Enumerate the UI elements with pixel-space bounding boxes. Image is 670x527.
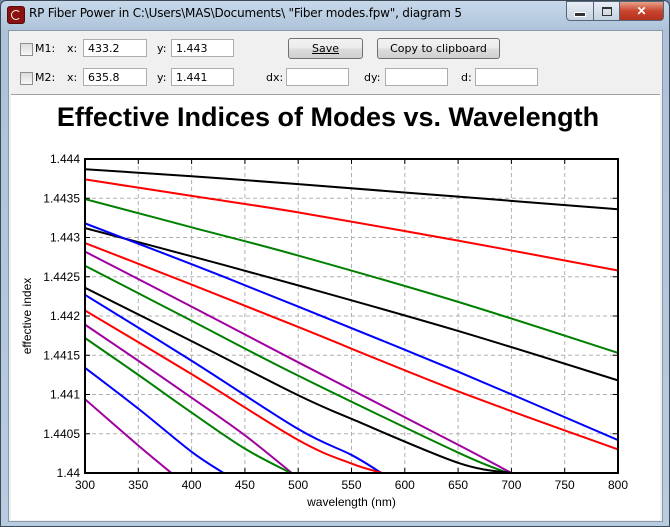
client-area: M1: x: 433.2 y: 1.443 Save Copy to clipb…: [8, 30, 663, 522]
y-tick-label: 1.44: [57, 466, 81, 480]
chart: Effective Indices of Modes vs. Wavelengt…: [20, 102, 628, 509]
x-tick-label: 500: [288, 478, 308, 492]
x-tick-label: 800: [608, 478, 628, 492]
marker-1-y-field[interactable]: 1.443: [171, 39, 234, 57]
y-axis-label: effective index: [20, 278, 34, 355]
minimize-button[interactable]: [566, 1, 594, 21]
x-tick-label: 350: [128, 478, 148, 492]
maximize-button[interactable]: [594, 1, 620, 21]
y-tick-label: 1.4425: [43, 270, 80, 284]
marker-2-y-label: y:: [157, 71, 167, 84]
dx-field[interactable]: [286, 68, 349, 86]
app-icon: [7, 6, 25, 24]
x-tick-label: 300: [75, 478, 95, 492]
marker-2-x-field[interactable]: 635.8: [83, 68, 147, 86]
marker-1-x-field[interactable]: 433.2: [83, 39, 147, 57]
marker-1-y-label: y:: [157, 42, 167, 55]
series-line-12: [85, 323, 293, 473]
marker-2-x-label: x:: [67, 71, 78, 84]
window-title: RP Fiber Power in C:\Users\MAS\Documents…: [29, 6, 462, 20]
maximize-icon: [601, 6, 612, 16]
dy-label: dy:: [364, 71, 381, 84]
marker-1-checkbox[interactable]: [20, 43, 33, 56]
x-tick-label: 550: [341, 478, 361, 492]
dx-label: dx:: [266, 71, 284, 84]
save-label: Save: [311, 42, 339, 55]
x-tick-label: 450: [235, 478, 255, 492]
y-tick-label: 1.443: [50, 231, 80, 245]
marker-2-label: M2:: [35, 71, 56, 84]
x-tick-label: 650: [448, 478, 468, 492]
y-tick-label: 1.442: [50, 309, 80, 323]
series-line-15: [85, 398, 172, 473]
close-icon: ✕: [636, 4, 647, 18]
y-tick-label: 1.4415: [43, 348, 80, 362]
app-window: RP Fiber Power in C:\Users\MAS\Documents…: [0, 0, 670, 527]
marker-2-row: M2: x: 635.8 y: 1.441 dx: dy: d:: [9, 68, 659, 90]
marker-1-row: M1: x: 433.2 y: 1.443 Save Copy to clipb…: [9, 38, 659, 61]
y-tick-label: 1.4405: [43, 427, 80, 441]
x-tick-label: 700: [501, 478, 521, 492]
copy-to-clipboard-button[interactable]: Copy to clipboard: [377, 38, 500, 59]
d-field[interactable]: [475, 68, 538, 86]
marker-1-x-label: x:: [67, 42, 78, 55]
d-label: d:: [461, 71, 472, 84]
grid: [85, 159, 618, 473]
marker-2-y-field[interactable]: 1.441: [171, 68, 234, 86]
y-tick-label: 1.4435: [43, 191, 80, 205]
close-button[interactable]: ✕: [620, 1, 664, 21]
diagram-panel[interactable]: Effective Indices of Modes vs. Wavelengt…: [11, 94, 660, 520]
marker-1-label: M1:: [35, 42, 56, 55]
y-tick-label: 1.441: [50, 388, 80, 402]
chart-title: Effective Indices of Modes vs. Wavelengt…: [57, 102, 599, 132]
marker-2-checkbox[interactable]: [20, 72, 33, 85]
x-axis-label: wavelength (nm): [306, 495, 396, 509]
dy-field[interactable]: [385, 68, 448, 86]
x-tick-label: 600: [395, 478, 415, 492]
minimize-icon: [574, 11, 586, 17]
x-tick-label: 400: [182, 478, 202, 492]
save-button[interactable]: Save: [288, 38, 363, 59]
y-tick-label: 1.444: [50, 152, 80, 166]
title-bar[interactable]: RP Fiber Power in C:\Users\MAS\Documents…: [1, 1, 669, 29]
x-tick-label: 750: [555, 478, 575, 492]
